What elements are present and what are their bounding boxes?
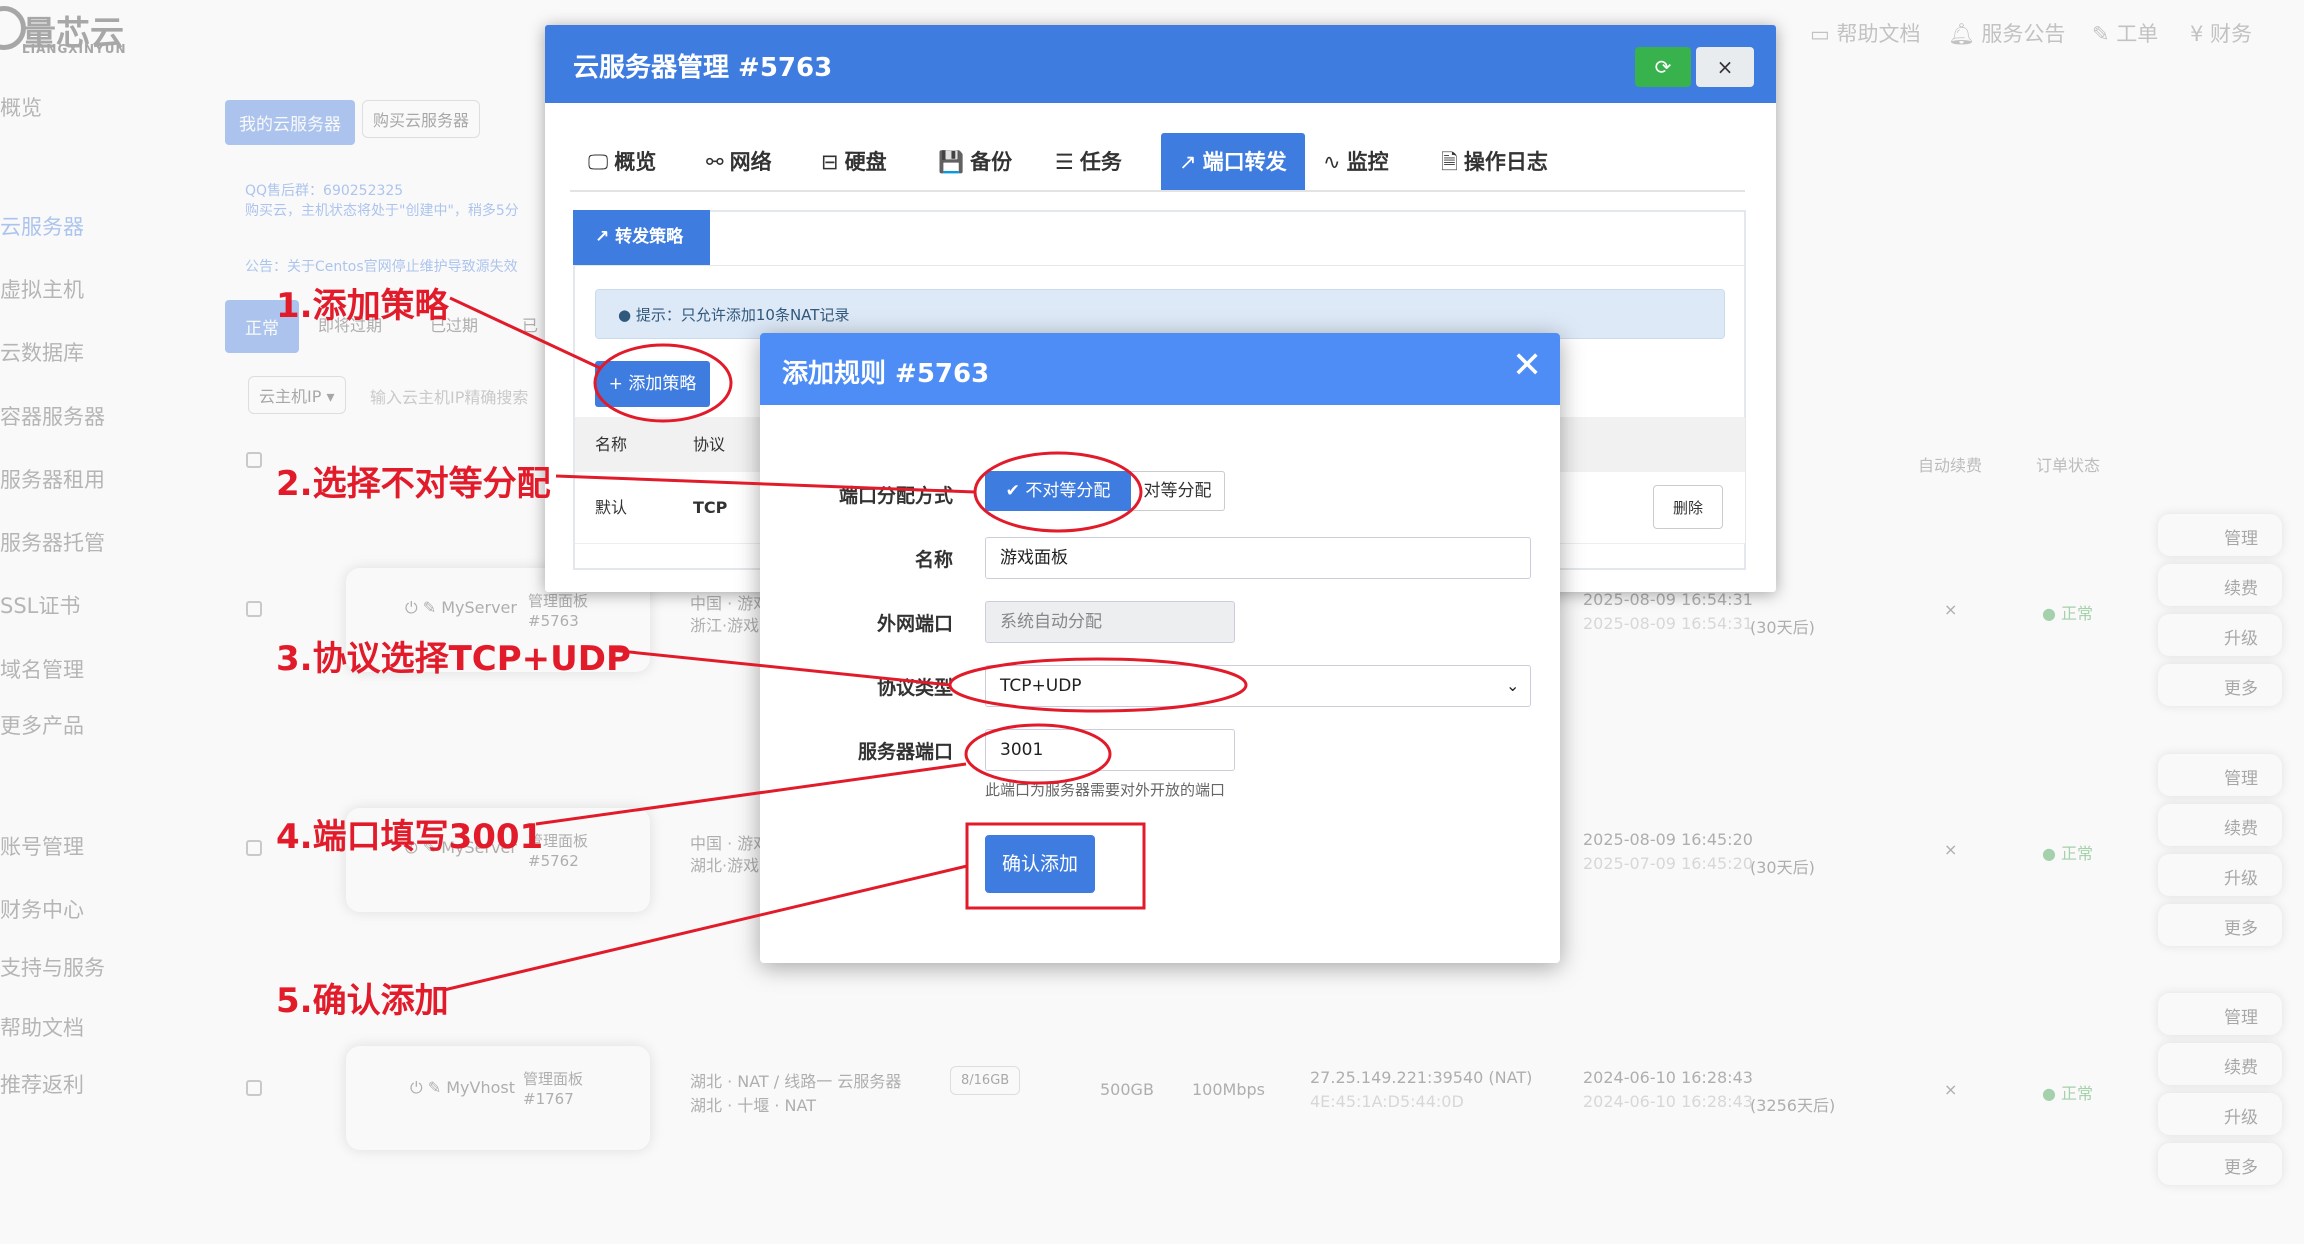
annotation-circle-port	[964, 723, 1112, 785]
annotation-arrow-3	[609, 648, 951, 687]
annotation-circle-add-policy	[593, 343, 733, 423]
annotation-box-confirm	[965, 822, 1146, 910]
annotation-step-2: 2.选择不对等分配	[276, 464, 551, 504]
annotation-arrow-5	[443, 864, 968, 992]
annotation-step-1: 1.添加策略	[276, 286, 449, 326]
annotation-step-4: 4.端口填写3001	[276, 817, 544, 857]
annotation-circle-protocol	[948, 657, 1248, 713]
annotation-overlay	[443, 296, 1248, 992]
annotation-arrow-1	[449, 296, 601, 370]
annotation-step-5: 5.确认添加	[276, 981, 449, 1021]
annotation-step-3: 3.协议选择TCP+UDP	[276, 639, 631, 679]
annotation-arrow-4	[535, 762, 967, 826]
annotation-circle-mode	[973, 451, 1143, 533]
annotation-arrow-2	[555, 474, 976, 494]
